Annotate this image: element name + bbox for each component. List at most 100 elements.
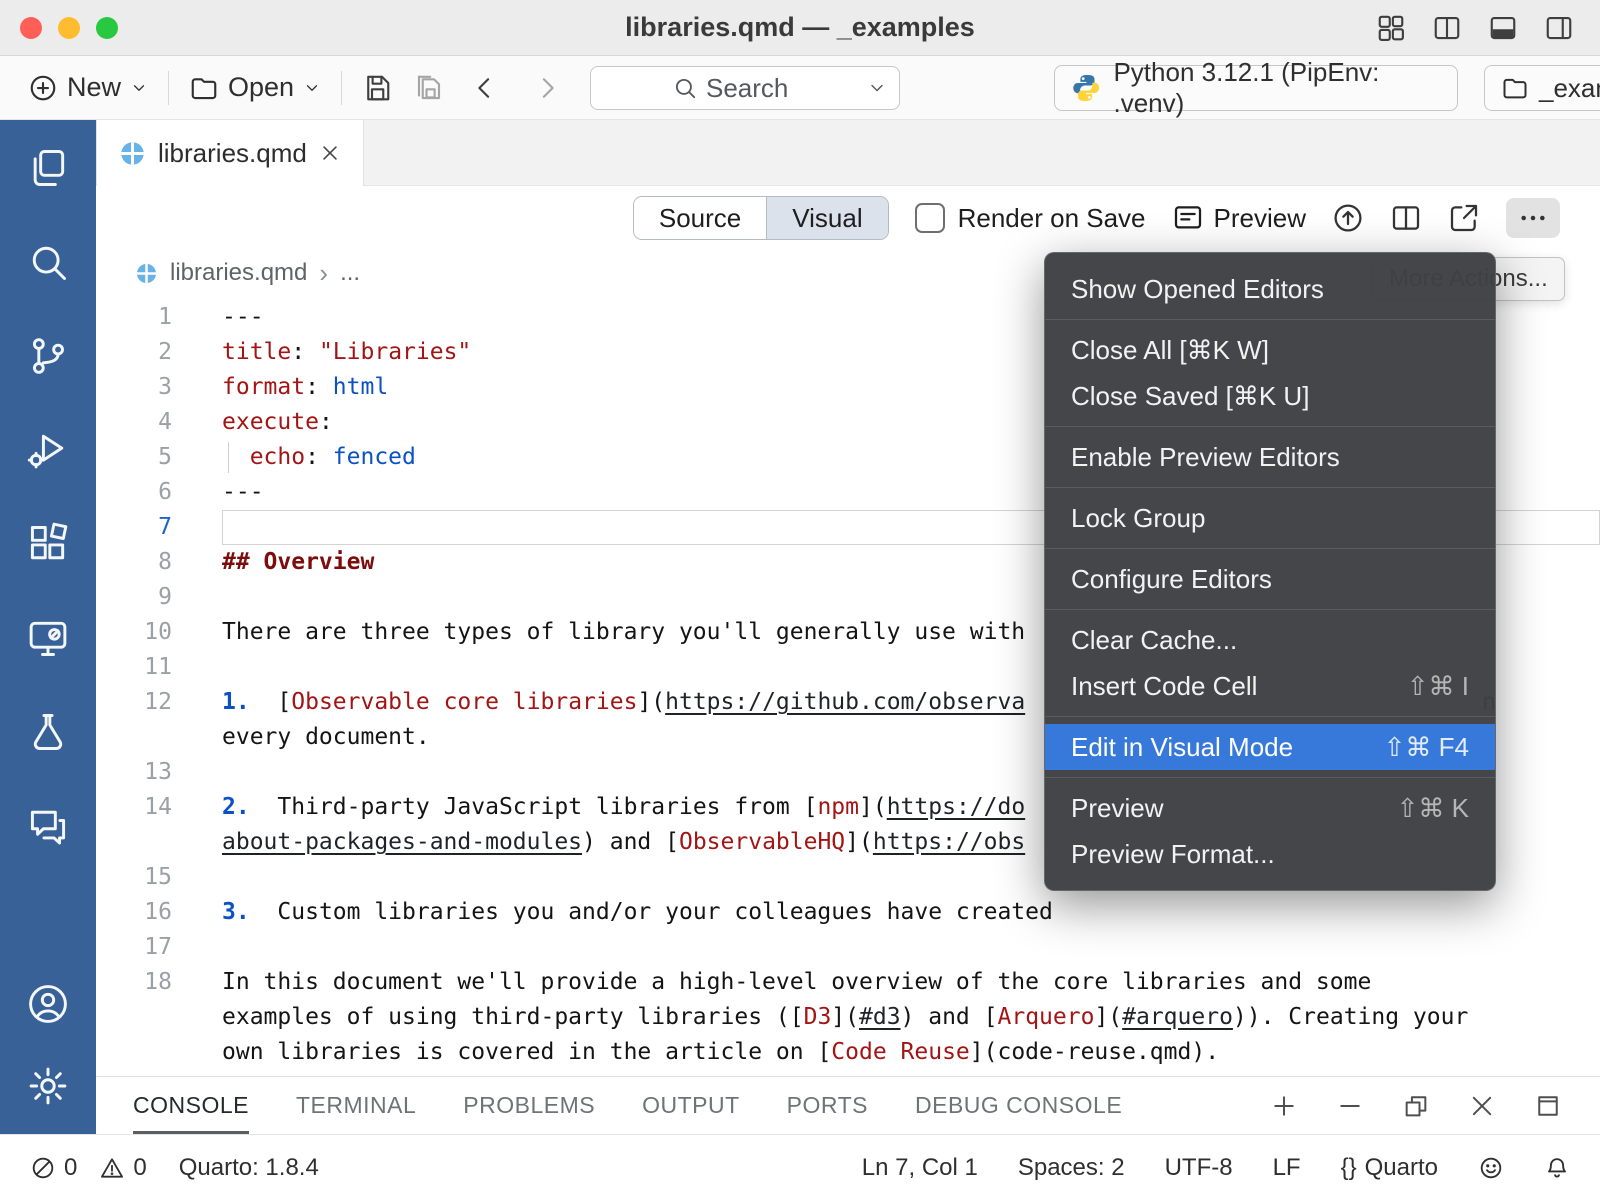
back-icon[interactable] [470, 73, 500, 103]
source-mode-button[interactable]: Source [634, 197, 766, 239]
open-label: Open [228, 72, 294, 103]
workspace-button[interactable]: _examples [1484, 65, 1600, 111]
warning-count[interactable]: 0 [99, 1154, 146, 1182]
toolbar-divider [168, 71, 169, 105]
line-content: 3. Custom libraries you and/or your coll… [222, 895, 1600, 930]
eol-sequence[interactable]: LF [1273, 1154, 1301, 1182]
chat-button[interactable] [24, 802, 72, 850]
menu-item-label: Preview Format... [1071, 839, 1275, 870]
line-content [222, 930, 1600, 965]
code-line[interactable]: 163. Custom libraries you and/or your co… [96, 895, 1600, 930]
menu-item-label: Close All [⌘K W] [1071, 335, 1269, 366]
new-button[interactable]: New [28, 72, 148, 103]
braces-icon: {} [1341, 1154, 1357, 1182]
toggle-secondary-sidebar-icon[interactable] [1544, 13, 1574, 43]
indentation[interactable]: Spaces: 2 [1018, 1154, 1125, 1182]
chevron-down-icon [303, 79, 321, 97]
menu-item-lock-group[interactable]: Lock Group [1045, 495, 1495, 541]
quarto-icon [119, 140, 146, 167]
panel-tab-output[interactable]: OUTPUT [642, 1077, 740, 1134]
customize-layout-icon[interactable] [1376, 13, 1406, 43]
panel-tab-console[interactable]: CONSOLE [133, 1077, 249, 1134]
render-on-save-checkbox[interactable] [915, 203, 945, 233]
breadcrumb-more[interactable]: ... [340, 259, 360, 287]
menu-item-preview-format[interactable]: Preview Format... [1045, 831, 1495, 877]
error-count-label: 0 [64, 1154, 77, 1182]
search-icon [672, 75, 698, 101]
menu-item-close-all-k-w[interactable]: Close All [⌘K W] [1045, 327, 1495, 373]
interpreter-label: Python 3.12.1 (PipEnv: .venv) [1113, 57, 1441, 119]
save-icon[interactable] [362, 73, 392, 103]
more-actions-button[interactable] [1506, 198, 1560, 238]
close-tab-icon[interactable] [319, 142, 341, 164]
preview-pane-button[interactable] [24, 614, 72, 662]
panel-header: CONSOLE TERMINAL PROBLEMS OUTPUT PORTS DEBUG … [96, 1076, 1600, 1134]
panel-tab-debug-console[interactable]: DEBUG CONSOLE [915, 1077, 1122, 1134]
testing-button[interactable] [24, 708, 72, 756]
toggle-panel-icon[interactable] [1488, 13, 1518, 43]
notifications-button[interactable] [1544, 1155, 1570, 1181]
extensions-button[interactable] [24, 520, 72, 568]
quarto-icon [135, 262, 158, 285]
zoom-window-button[interactable] [96, 17, 118, 39]
panel-close-icon[interactable] [1468, 1092, 1496, 1120]
open-in-new-window-icon[interactable] [1448, 202, 1480, 234]
source-control-button[interactable] [24, 332, 72, 380]
account-button[interactable] [24, 980, 72, 1028]
panel-tab-ports[interactable]: PORTS [787, 1077, 868, 1134]
search-view-button[interactable] [24, 238, 72, 286]
minimize-window-button[interactable] [58, 17, 80, 39]
code-line[interactable]: own libraries is covered in the article … [96, 1035, 1600, 1070]
panel-maximize-icon[interactable] [1534, 1092, 1562, 1120]
panel-tab-terminal[interactable]: TERMINAL [296, 1077, 416, 1134]
feedback-button[interactable] [1478, 1155, 1504, 1181]
close-window-button[interactable] [20, 17, 42, 39]
panel-add-icon[interactable] [1270, 1092, 1298, 1120]
run-debug-button[interactable] [24, 426, 72, 474]
error-count[interactable]: 0 [30, 1154, 77, 1182]
menu-item-clear-cache[interactable]: Clear Cache... [1045, 617, 1495, 663]
code-line[interactable]: 17 [96, 930, 1600, 965]
panel-tab-problems[interactable]: PROBLEMS [463, 1077, 595, 1134]
code-line[interactable]: examples of using third-party libraries … [96, 1000, 1600, 1035]
preview-button[interactable]: Preview [1172, 202, 1306, 234]
encoding[interactable]: UTF-8 [1165, 1154, 1233, 1182]
line-number: 12 [96, 685, 222, 720]
menu-item-configure-editors[interactable]: Configure Editors [1045, 556, 1495, 602]
menu-item-show-opened-editors[interactable]: Show Opened Editors [1045, 266, 1495, 312]
menu-item-enable-preview-editors[interactable]: Enable Preview Editors [1045, 434, 1495, 480]
search-box[interactable] [590, 66, 900, 110]
search-input[interactable] [706, 73, 818, 104]
line-number: 18 [96, 965, 222, 1000]
preview-icon [1172, 202, 1204, 234]
split-editor-layout-icon[interactable] [1432, 13, 1462, 43]
tab-libraries-qmd[interactable]: libraries.qmd [96, 120, 364, 186]
menu-item-insert-code-cell[interactable]: Insert Code Cell⇧⌘ I [1045, 663, 1495, 709]
language-mode[interactable]: {} Quarto [1341, 1154, 1438, 1182]
open-button[interactable]: Open [189, 72, 321, 103]
monitor-icon [26, 616, 70, 660]
save-all-icon[interactable] [414, 73, 444, 103]
line-number: 8 [96, 545, 222, 580]
cursor-position[interactable]: Ln 7, Col 1 [862, 1154, 978, 1182]
explorer-button[interactable] [24, 144, 72, 192]
menu-separator [1045, 777, 1495, 778]
settings-button[interactable] [24, 1062, 72, 1110]
split-editor-icon[interactable] [1390, 202, 1422, 234]
code-line[interactable]: 18In this document we'll provide a high-… [96, 965, 1600, 1000]
quarto-version[interactable]: Quarto: 1.8.4 [179, 1154, 319, 1182]
window-controls [20, 17, 118, 39]
interpreter-selector[interactable]: Python 3.12.1 (PipEnv: .venv) [1054, 65, 1458, 111]
menu-item-preview[interactable]: Preview⇧⌘ K [1045, 785, 1495, 831]
visual-mode-button[interactable]: Visual [766, 197, 887, 239]
menu-item-label: Enable Preview Editors [1071, 442, 1340, 473]
breadcrumb-file[interactable]: libraries.qmd [170, 259, 307, 287]
line-number: 17 [96, 930, 222, 965]
status-bar: 0 0 Quarto: 1.8.4 Ln 7, Col 1 Spaces: 2 … [0, 1134, 1600, 1200]
render-document-icon[interactable] [1332, 202, 1364, 234]
panel-restore-icon[interactable] [1402, 1092, 1430, 1120]
forward-icon[interactable] [532, 73, 562, 103]
panel-minimize-icon[interactable] [1336, 1092, 1364, 1120]
menu-item-edit-in-visual-mode[interactable]: Edit in Visual Mode⇧⌘ F4 [1045, 724, 1495, 770]
menu-item-close-saved-k-u[interactable]: Close Saved [⌘K U] [1045, 373, 1495, 419]
